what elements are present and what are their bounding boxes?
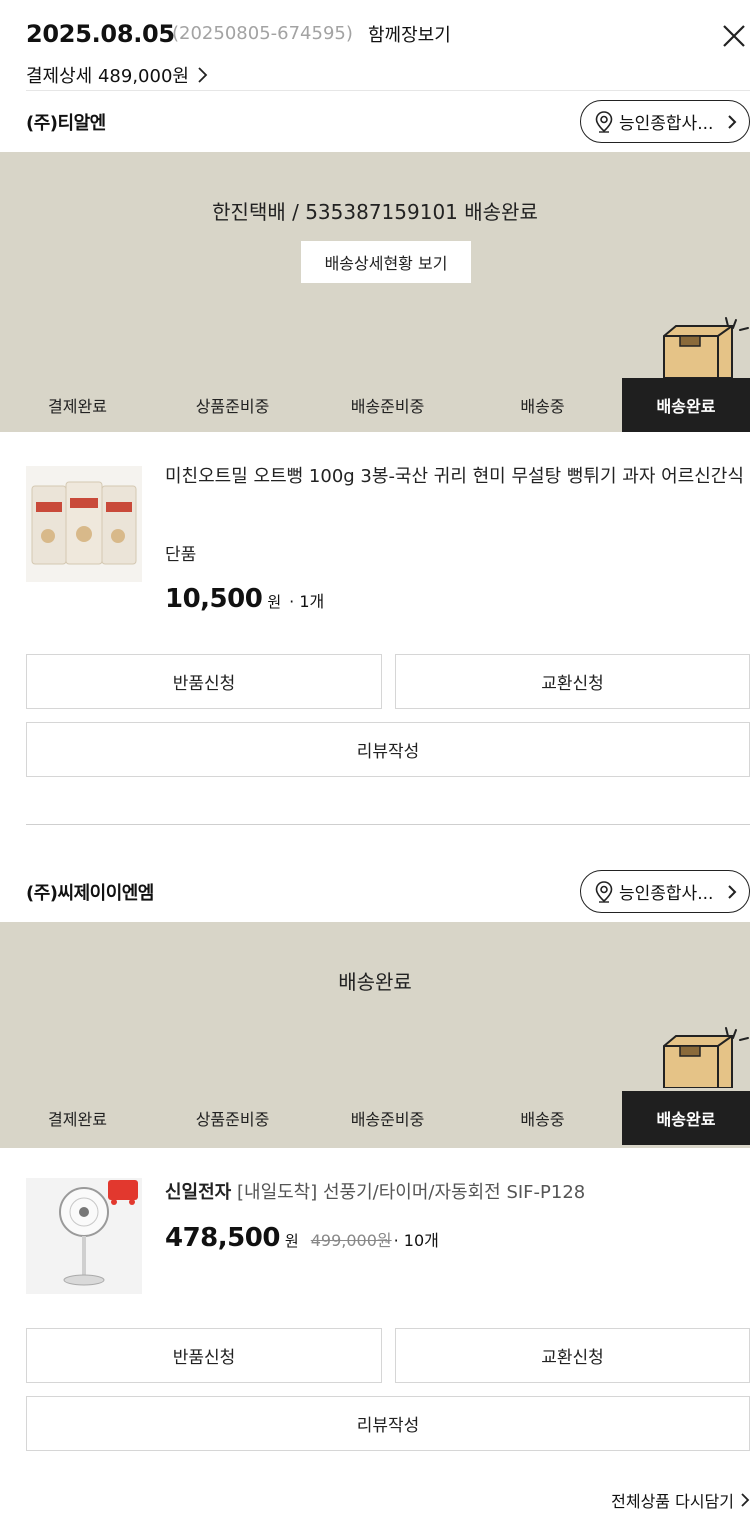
pickup-label: 능인종합사... bbox=[619, 884, 714, 904]
chevron-right-icon bbox=[741, 1493, 750, 1507]
product-name: [내일도착] 선풍기/타이머/자동회전 SIF-P128 bbox=[236, 1182, 586, 1203]
chevron-right-icon bbox=[728, 885, 737, 899]
step-payment-complete: 결제완료 bbox=[48, 397, 107, 416]
product-price: 10,500 bbox=[165, 584, 263, 614]
header-divider bbox=[26, 90, 750, 91]
product-quantity: · 10개 bbox=[393, 1231, 439, 1250]
step-preparing-product: 상품준비중 bbox=[195, 397, 270, 416]
step-delivered: 배송완료 bbox=[622, 378, 750, 432]
step-delivered: 배송완료 bbox=[622, 1091, 750, 1145]
return-request-button[interactable]: 반품신청 bbox=[26, 1328, 382, 1383]
payment-detail-link[interactable]: 결제상세 489,000원 bbox=[26, 62, 209, 88]
order-number: (20250805-674595) bbox=[172, 23, 353, 44]
close-button[interactable] bbox=[718, 20, 750, 52]
shipping-status-banner: 한진택배 / 535387159101 배송완료 배송상세현황 보기 bbox=[0, 152, 750, 378]
product-price-row: 478,500 원 499,000원 · 10개 bbox=[165, 1223, 439, 1253]
step-preparing-shipment: 배송준비중 bbox=[350, 1110, 425, 1129]
step-preparing-product: 상품준비중 bbox=[195, 1110, 270, 1129]
delivery-box-icon bbox=[663, 317, 749, 378]
exchange-request-button[interactable]: 교환신청 bbox=[395, 1328, 750, 1383]
product-thumbnail[interactable] bbox=[26, 1178, 142, 1294]
product-option: 단품 bbox=[165, 545, 197, 565]
step-in-transit: 배송중 bbox=[520, 1110, 565, 1129]
pickup-label: 능인종합사... bbox=[619, 114, 714, 134]
chevron-right-icon bbox=[198, 67, 208, 83]
currency-unit: 원 bbox=[284, 1232, 299, 1250]
product-price-row: 10,500 원 · 1개 bbox=[165, 584, 324, 614]
return-request-button[interactable]: 반품신청 bbox=[26, 654, 382, 709]
product-price: 478,500 bbox=[165, 1223, 280, 1253]
order-header: 2025.08.05 (20250805-674595) 함께장보기 결제상세 … bbox=[0, 0, 750, 91]
step-in-transit: 배송중 bbox=[520, 397, 565, 416]
location-pin-icon bbox=[595, 880, 613, 903]
write-review-button[interactable]: 리뷰작성 bbox=[26, 722, 750, 777]
write-review-button[interactable]: 리뷰작성 bbox=[26, 1396, 750, 1451]
product-quantity: · 1개 bbox=[289, 592, 325, 611]
pickup-location-button[interactable]: 능인종합사... bbox=[580, 100, 750, 143]
payment-detail-label: 결제상세 489,000원 bbox=[26, 66, 189, 87]
cart-view-label: 함께장보기 bbox=[368, 25, 451, 46]
delivery-box-icon bbox=[663, 1027, 749, 1088]
step-preparing-shipment: 배송준비중 bbox=[350, 397, 425, 416]
location-pin-icon bbox=[595, 110, 613, 133]
order-progress-steps: 결제완료 상품준비중 배송준비중 배송중 배송완료 bbox=[0, 1091, 750, 1145]
product-title[interactable]: 미친오트밀 오트뻥 100g 3봉-국산 귀리 현미 무설탕 뻥튀기 과자 어르… bbox=[165, 462, 750, 492]
step-payment-complete: 결제완료 bbox=[48, 1110, 107, 1129]
order-date: 2025.08.05 bbox=[26, 20, 175, 48]
currency-unit: 원 bbox=[267, 593, 282, 611]
product-brand: 신일전자 bbox=[165, 1182, 232, 1203]
re-add-all-button[interactable]: 전체상품 다시담기 bbox=[611, 1488, 750, 1512]
electric-fan-image bbox=[59, 1180, 138, 1286]
shipping-tracking-text: 한진택배 / 535387159101 배송완료 bbox=[212, 200, 538, 224]
seller-name: (주)씨제이이엔엠 bbox=[26, 883, 154, 904]
exchange-request-button[interactable]: 교환신청 bbox=[395, 654, 750, 709]
shipping-status-text: 배송완료 bbox=[338, 970, 412, 994]
seller-name: (주)티알엔 bbox=[26, 113, 106, 134]
original-price: 499,000원 bbox=[310, 1231, 392, 1250]
close-icon bbox=[723, 25, 745, 47]
pickup-location-button[interactable]: 능인종합사... bbox=[580, 870, 750, 913]
product-title[interactable]: 신일전자 [내일도착] 선풍기/타이머/자동회전 SIF-P128 bbox=[165, 1178, 750, 1208]
order-progress-steps: 결제완료 상품준비중 배송준비중 배송중 배송완료 bbox=[0, 378, 750, 432]
shipping-detail-button[interactable]: 배송상세현황 보기 bbox=[301, 241, 471, 283]
chevron-right-icon bbox=[728, 115, 737, 129]
oat-snack-image bbox=[31, 481, 137, 565]
seller-divider bbox=[26, 824, 750, 825]
product-thumbnail[interactable] bbox=[26, 466, 142, 582]
re-add-all-label: 전체상품 다시담기 bbox=[611, 1492, 734, 1511]
